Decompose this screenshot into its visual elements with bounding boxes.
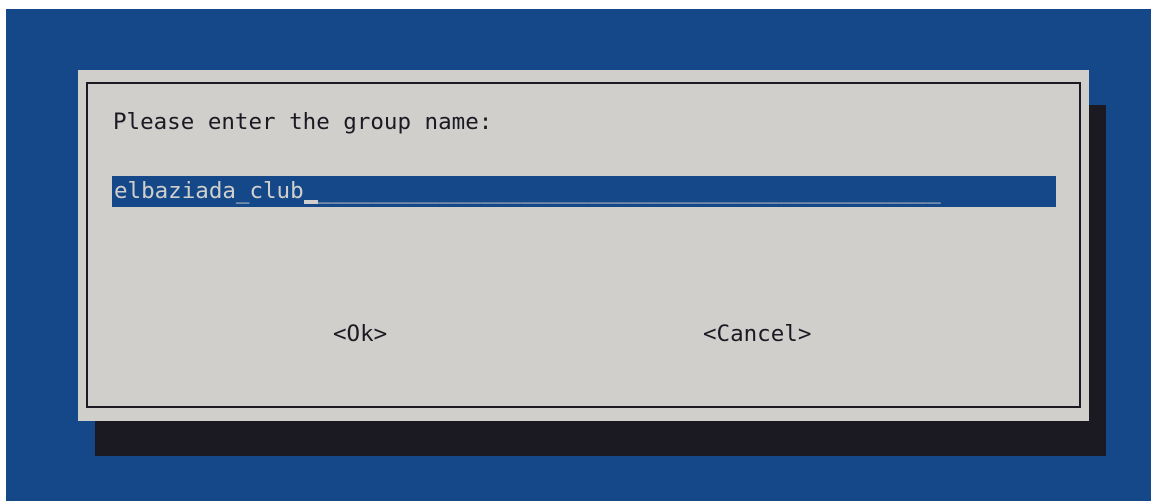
ok-button[interactable]: <Ok> (333, 320, 387, 348)
terminal-screen: Please enter the group name: elbaziada_c… (6, 9, 1151, 501)
dialog-prompt: Please enter the group name: (113, 109, 493, 135)
group-name-input[interactable]: elbaziada_club __________________________… (112, 176, 1056, 207)
input-fill: ________________________________________… (317, 178, 941, 204)
input-value: elbaziada_club (114, 178, 304, 204)
text-cursor (303, 200, 318, 204)
input-dialog: Please enter the group name: elbaziada_c… (78, 70, 1089, 421)
cancel-button[interactable]: <Cancel> (703, 320, 811, 348)
